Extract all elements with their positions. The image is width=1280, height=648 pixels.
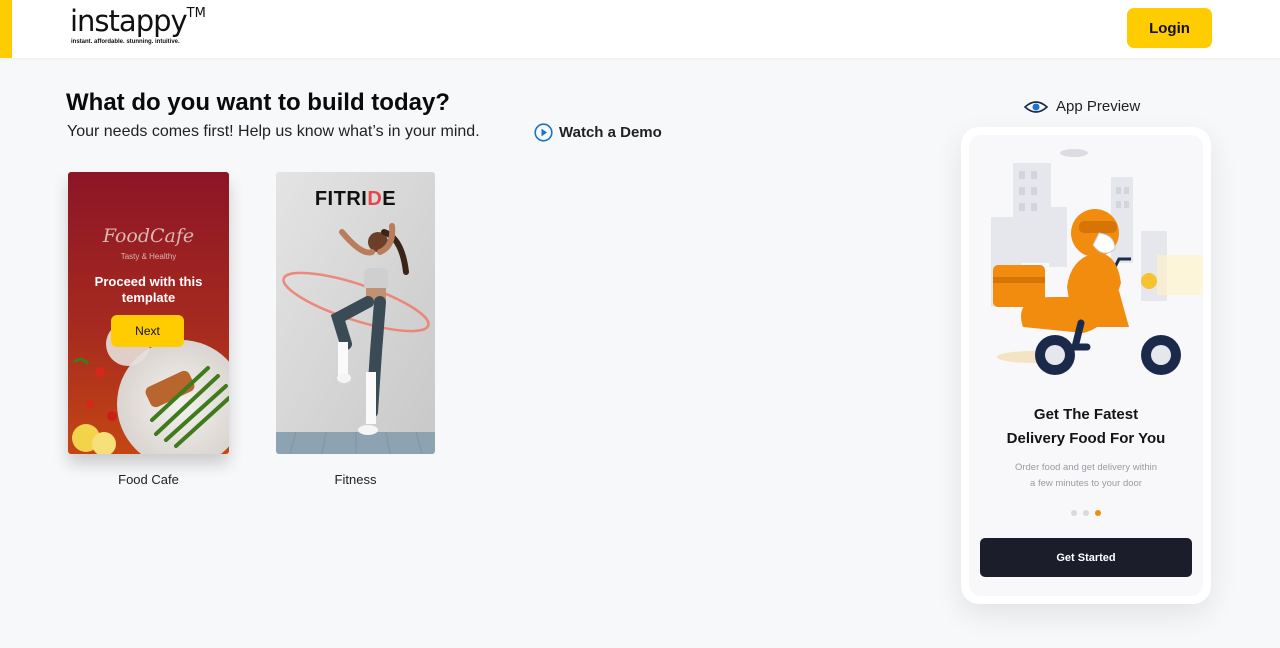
food-cafe-brand: FoodCafe [102,225,195,247]
watch-demo-link[interactable]: Watch a Demo [534,123,662,142]
header-accent-bar [0,0,12,58]
page-title: What do you want to build today? [66,89,450,116]
preview-body-text: Order food and get delivery within a few… [1014,462,1158,489]
carousel-dot-active[interactable] [1095,510,1101,516]
play-circle-icon [534,123,553,142]
template-card-fitness[interactable]: FITRIDE [276,172,435,454]
fitride-brand: FITRIDE [314,188,397,210]
app-preview-label: App Preview [1056,98,1141,115]
preview-heading: Get The Fatest Delivery Food For You [1006,406,1166,447]
top-header: instappyTM instant. affordable. stunning… [0,0,1280,58]
get-started-button[interactable]: Get Started [980,538,1192,577]
eye-icon [1024,100,1048,113]
next-button[interactable]: Next [111,315,184,347]
template-label-fitness: Fitness [334,472,377,487]
page-subtitle: Your needs comes first! Help us know wha… [67,123,480,140]
food-cafe-overlay: FoodCafe Tasty & Healthy Proceed with th… [68,172,229,454]
app-preview-phone: Get The Fatest Delivery Food For You Ord… [961,127,1211,604]
fitness-thumbnail [276,172,435,454]
food-cafe-tagline: Tasty & Healthy [120,252,177,261]
logo-tagline: instant. affordable. stunning. intuitive… [71,39,180,45]
watch-demo-label: Watch a Demo [559,124,662,141]
carousel-dot[interactable] [1071,510,1077,516]
delivery-scooter-illustration [991,149,1203,375]
carousel-dots [1071,510,1101,518]
carousel-dot[interactable] [1083,510,1089,516]
app-preview-header: App Preview [1024,98,1140,115]
template-card-food-cafe[interactable]: FoodCafe Tasty & Healthy Proceed with th… [68,172,229,454]
logo-wordmark: instappyTM [70,4,206,38]
proceed-template-text: Proceed with this template [94,274,203,305]
template-label-food-cafe: Food Cafe [118,472,179,487]
login-button[interactable]: Login [1127,8,1212,48]
instappy-logo[interactable]: instappyTM instant. affordable. stunning… [70,4,206,45]
